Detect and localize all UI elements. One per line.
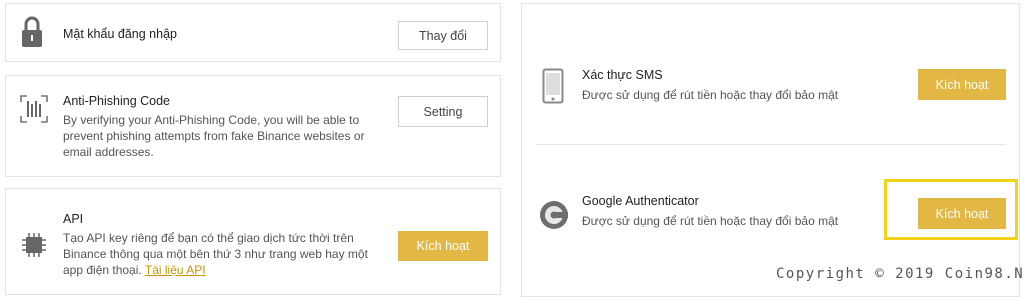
password-title: Mật khẩu đăng nhập bbox=[63, 27, 177, 41]
chip-icon bbox=[22, 233, 46, 257]
antiphishing-card: Anti-Phishing Code By verifying your Ant… bbox=[5, 75, 501, 177]
api-description: Tạo API key riêng để bạn có thể giao dịc… bbox=[63, 230, 378, 278]
change-password-button[interactable]: Thay đổi bbox=[398, 21, 488, 50]
google-auth-description: Được sử dụng để rút tiền hoặc thay đổi b… bbox=[582, 214, 839, 228]
phone-icon bbox=[542, 68, 564, 104]
antiphishing-description: By verifying your Anti-Phishing Code, yo… bbox=[63, 113, 365, 159]
google-auth-title: Google Authenticator bbox=[582, 194, 699, 208]
api-description-text: Tạo API key riêng để bạn có thể giao dịc… bbox=[63, 231, 368, 277]
section-divider bbox=[537, 144, 1006, 145]
google-authenticator-icon bbox=[540, 201, 568, 229]
copyright-text: Copyright © 2019 Coin98.NET bbox=[776, 266, 1024, 282]
highlight-box bbox=[884, 179, 1018, 240]
sms-description: Được sử dụng để rút tiền hoặc thay đổi b… bbox=[582, 88, 839, 102]
antiphishing-setting-button[interactable]: Setting bbox=[398, 96, 488, 127]
two-factor-card: Xác thực SMS Được sử dụng để rút tiền ho… bbox=[521, 3, 1024, 297]
lock-icon bbox=[22, 16, 42, 47]
api-title: API bbox=[63, 212, 84, 226]
api-card: API Tạo API key riêng để bạn có thể giao… bbox=[5, 188, 501, 295]
antiphishing-icon bbox=[20, 95, 48, 123]
sms-activate-button[interactable]: Kích hoạt bbox=[918, 69, 1006, 100]
password-card: Mật khẩu đăng nhập Thay đổi bbox=[5, 3, 501, 62]
api-activate-button[interactable]: Kích hoạt bbox=[398, 231, 488, 261]
sms-title: Xác thực SMS bbox=[582, 68, 663, 82]
antiphishing-title: Anti-Phishing Code bbox=[63, 94, 171, 108]
api-docs-link[interactable]: Tài liệu API bbox=[145, 263, 206, 277]
